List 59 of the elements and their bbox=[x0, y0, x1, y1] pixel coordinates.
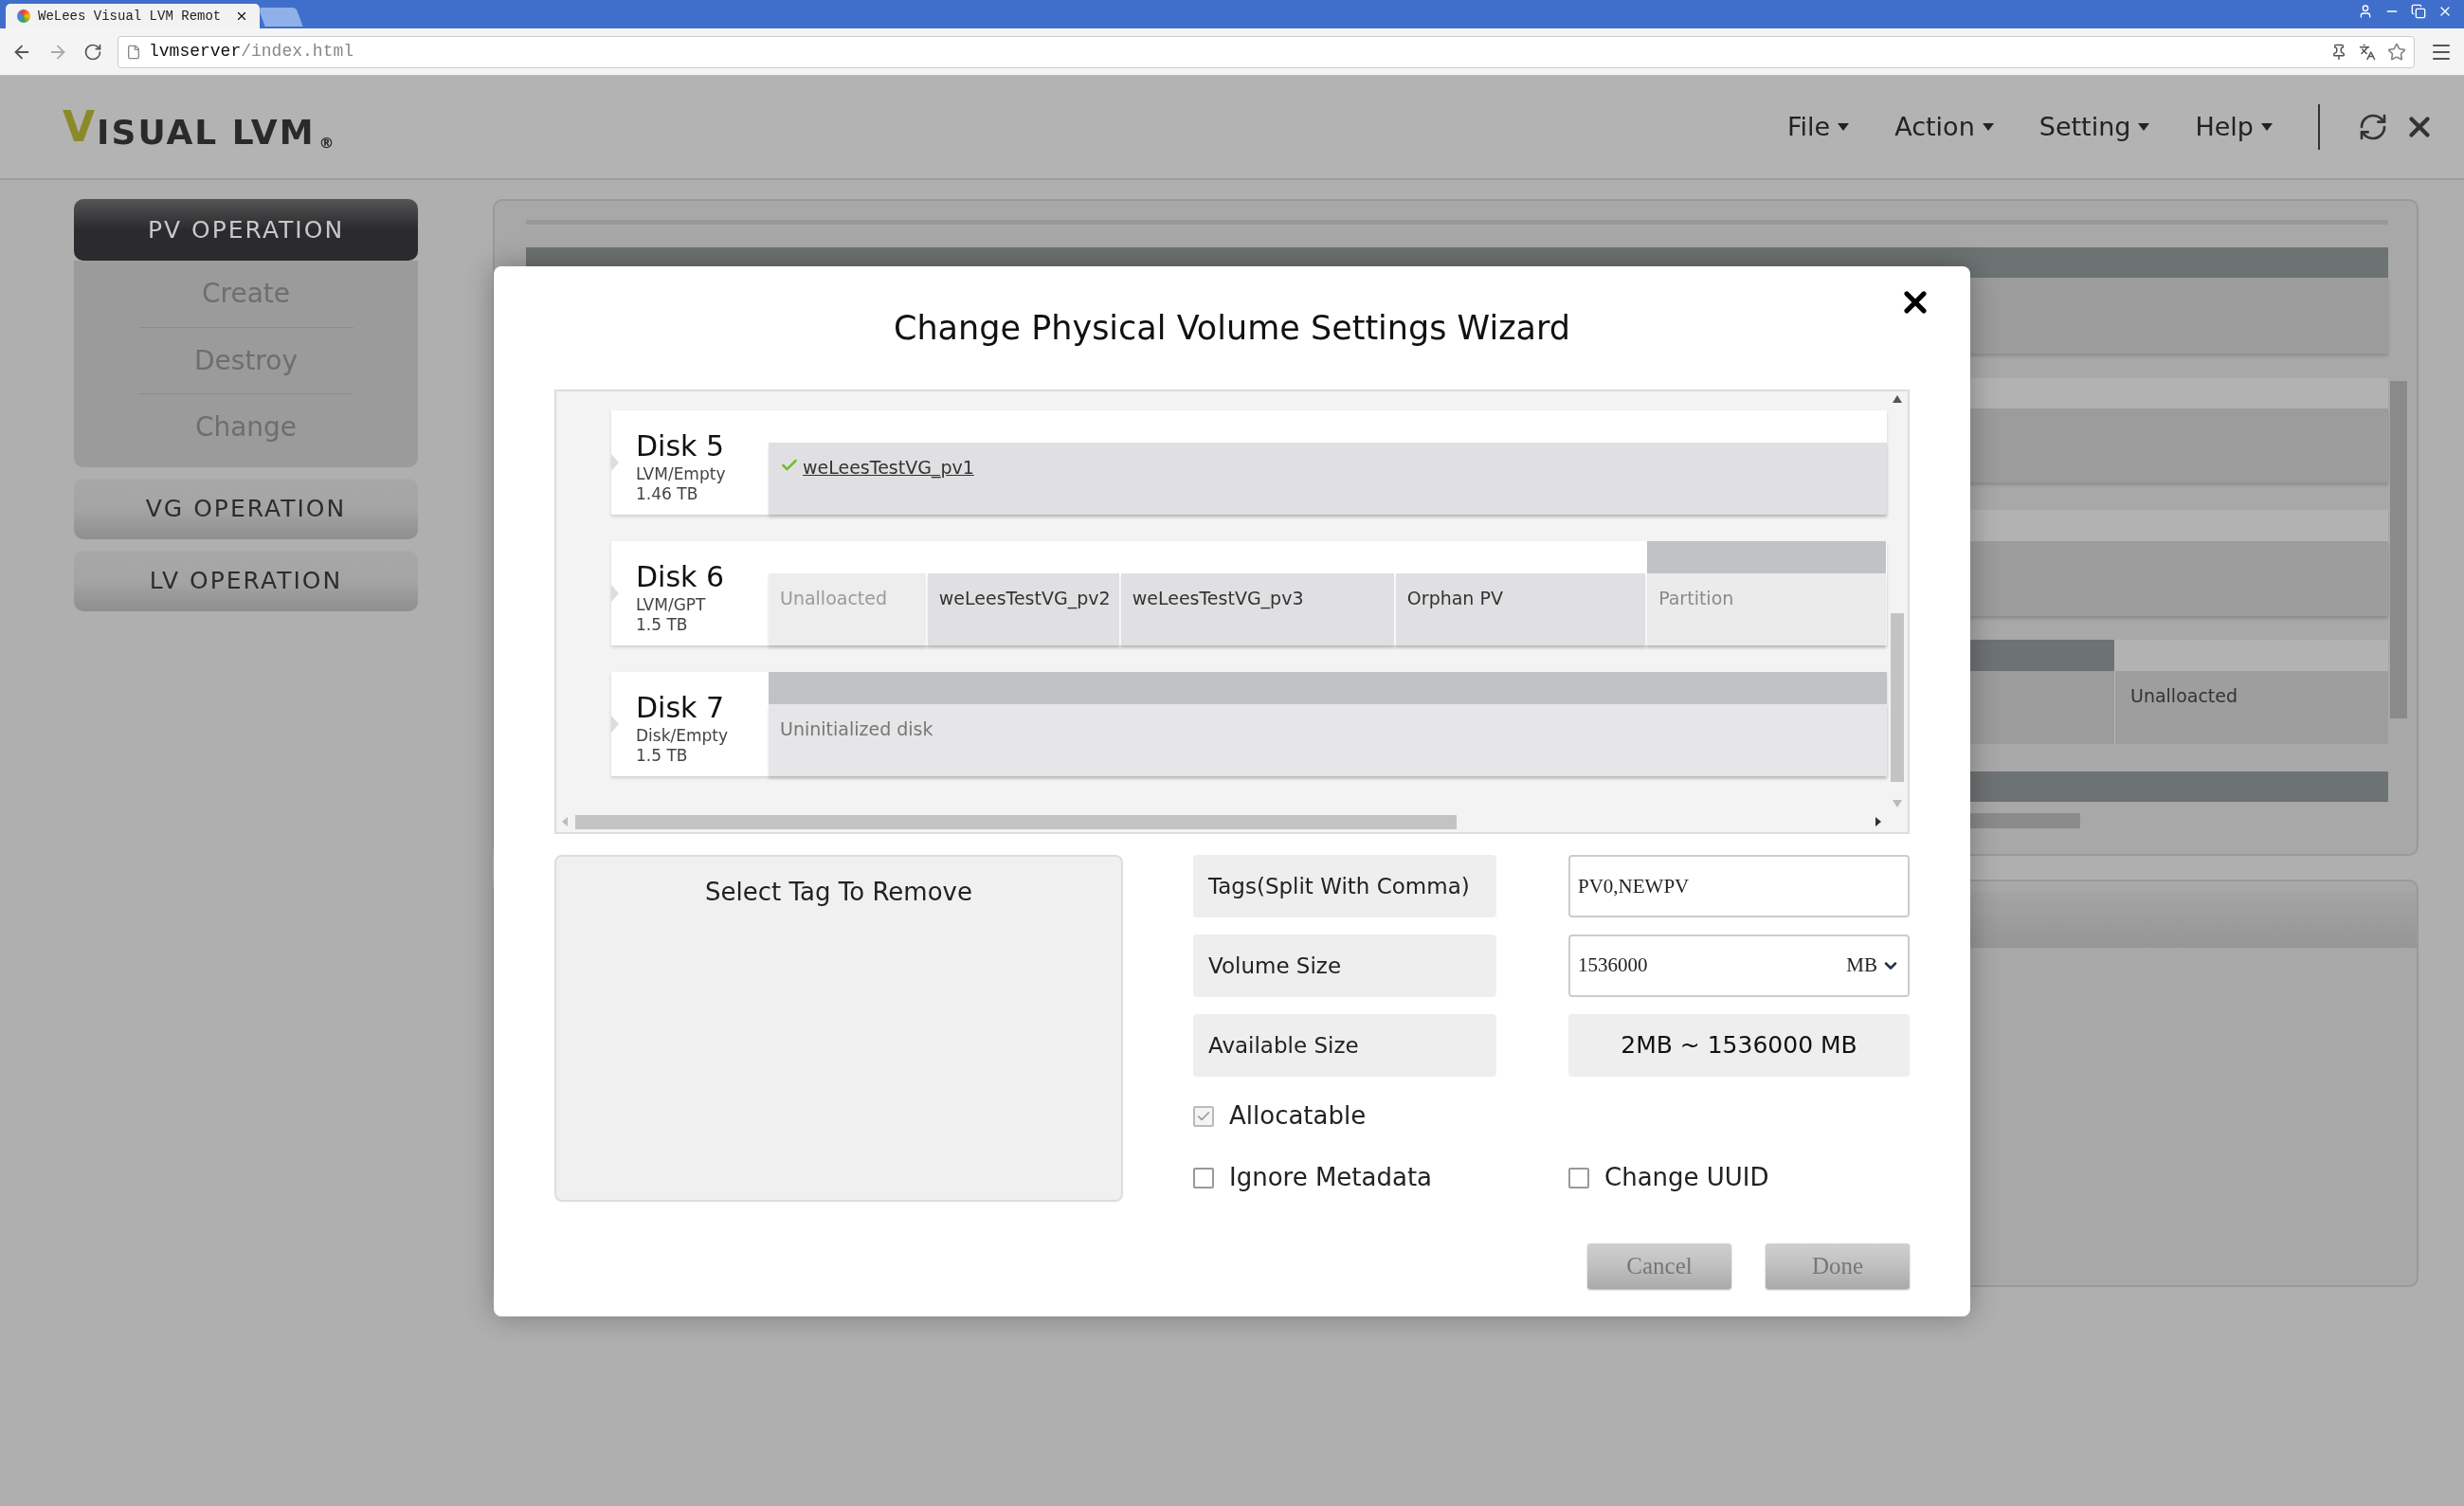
checkbox[interactable] bbox=[1193, 1167, 1214, 1188]
checkbox[interactable] bbox=[1568, 1167, 1589, 1188]
section-header[interactable]: PV OPERATION bbox=[74, 199, 418, 261]
refresh-icon[interactable] bbox=[2358, 112, 2388, 142]
disk-size: 1.46 TB bbox=[636, 483, 699, 504]
translate-icon[interactable] bbox=[2359, 43, 2376, 61]
size-input[interactable]: 1536000 MB bbox=[1568, 934, 1910, 997]
scrollbar-thumb[interactable] bbox=[575, 814, 1457, 829]
tag-list-title: Select Tag To Remove bbox=[705, 877, 972, 908]
field-label: Tags(Split With Comma) bbox=[1193, 855, 1496, 917]
unit-select[interactable]: MB bbox=[1846, 951, 1900, 981]
segment-label: Unalloacted bbox=[2130, 685, 2238, 706]
user-icon[interactable] bbox=[2358, 4, 2373, 19]
caret-icon bbox=[1838, 123, 1850, 131]
page-icon bbox=[126, 44, 141, 60]
field-label: Volume Size bbox=[1193, 934, 1496, 997]
disk-name: Disk 5 bbox=[636, 428, 726, 464]
tab-title: WeLees Visual LVM Remot bbox=[38, 7, 222, 26]
app-logo: VISUAL LVM® bbox=[63, 101, 336, 154]
menu-item[interactable]: Help bbox=[2172, 107, 2295, 147]
menu-item[interactable]: Action bbox=[1872, 107, 2017, 147]
dialog-title: Change Physical Volume Settings Wizard bbox=[894, 307, 1570, 349]
size-value: 1536000 bbox=[1578, 953, 1648, 979]
bookmark-star-icon[interactable] bbox=[2387, 42, 2406, 62]
pin-icon[interactable] bbox=[2330, 43, 2347, 61]
restore-icon[interactable] bbox=[2411, 4, 2426, 19]
caret-icon bbox=[1982, 123, 1994, 131]
checkbox[interactable] bbox=[1193, 1105, 1214, 1127]
scroll-up-icon[interactable] bbox=[1893, 395, 1902, 403]
field-label: Available Size bbox=[1193, 1014, 1496, 1077]
disk-name: Disk 6 bbox=[636, 559, 725, 595]
section-header[interactable]: VG OPERATION bbox=[74, 479, 418, 539]
section-header[interactable]: LV OPERATION bbox=[74, 551, 418, 611]
size-range: 2MB ~ 1536000 MB bbox=[1568, 1014, 1910, 1077]
caret-icon bbox=[2261, 123, 2273, 131]
checkbox-label: Change UUID bbox=[1604, 1162, 1769, 1193]
scrollbar-thumb[interactable] bbox=[1891, 613, 1904, 782]
menu-item[interactable]: Setting bbox=[2016, 107, 2173, 147]
disk-size: 1.5 TB bbox=[636, 614, 689, 635]
scrollbar-thumb[interactable] bbox=[2390, 381, 2407, 718]
app-favicon bbox=[17, 9, 30, 23]
tags-input[interactable]: PV0,NEWPV bbox=[1568, 855, 1910, 917]
url-text: lvmserver/index.html bbox=[149, 41, 354, 63]
menu-item[interactable]: File bbox=[1765, 107, 1873, 147]
tag-list[interactable]: Select Tag To Remove bbox=[554, 855, 1123, 1202]
caret-icon bbox=[2138, 123, 2150, 131]
new-tab-button[interactable] bbox=[258, 8, 303, 27]
checkbox-label: Allocatable bbox=[1229, 1100, 1367, 1132]
disk-size: 1.5 TB bbox=[636, 745, 689, 766]
reload-icon[interactable] bbox=[83, 42, 102, 62]
disk-type: Disk/Empty bbox=[636, 725, 729, 746]
disk-name: Disk 7 bbox=[636, 690, 726, 726]
close-icon[interactable] bbox=[235, 9, 248, 23]
disk-type: LVM/Empty bbox=[636, 463, 726, 484]
address-field[interactable]: lvmserver/index.html bbox=[118, 35, 2415, 68]
disk-type: LVM/GPT bbox=[636, 594, 707, 615]
checkbox-label: Ignore Metadata bbox=[1229, 1162, 1433, 1193]
browser-tab[interactable]: WeLees Visual LVM Remot bbox=[6, 4, 260, 28]
scroll-right-icon[interactable] bbox=[1875, 817, 1881, 826]
